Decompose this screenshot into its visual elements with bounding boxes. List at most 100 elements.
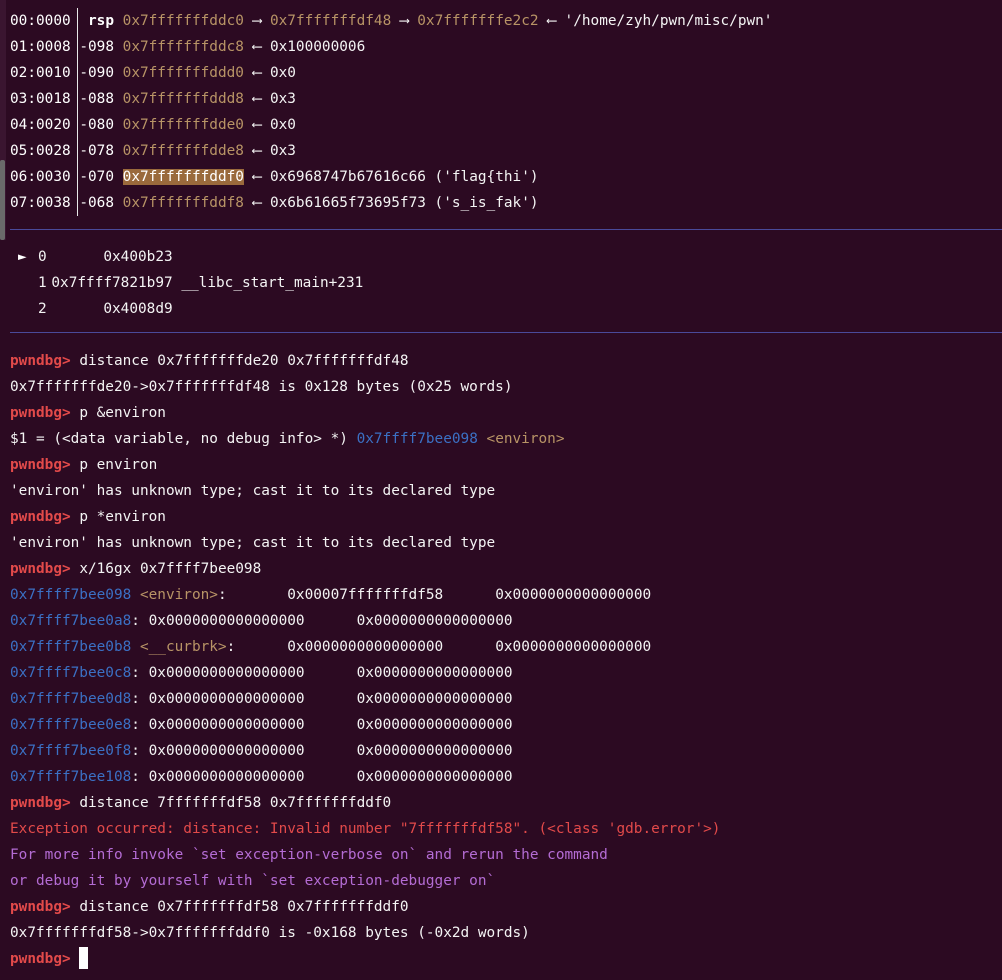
input-line[interactable]: pwndbg> — [10, 946, 89, 972]
address: 0x7ffff7bee098 — [356, 431, 478, 447]
colon: : — [217, 587, 227, 603]
stack-row: 01:0008 -098 0x7fffffffddc8 ⟵ 0x10000000… — [10, 34, 365, 60]
output-line: 0x7fffffffde20->0x7fffffffdf48 is 0x128 … — [10, 374, 513, 400]
command-text: p &environ — [70, 405, 166, 421]
memory-address: 0x7ffff7bee0f8 — [10, 743, 132, 759]
colon: : — [226, 639, 236, 655]
prompt: pwndbg> — [10, 353, 71, 369]
prompt: pwndbg> — [10, 457, 71, 473]
scrollbar-thumb[interactable] — [0, 160, 5, 240]
memory-row: 0x7ffff7bee098 <environ>: 0x00007fffffff… — [10, 582, 651, 608]
stack-address[interactable]: 0x7fffffffdde8 — [123, 143, 244, 159]
stack-index: 00:0000 — [10, 13, 71, 29]
colon: : — [131, 769, 140, 785]
frame-address: 0x4008d9 — [103, 301, 173, 317]
prompt: pwndbg> — [10, 509, 71, 525]
backtrace-frame: ► 0 0x400b23 — [18, 244, 173, 270]
frame-number: 2 — [38, 301, 47, 317]
stack-value: ⟵ 0x6968747b67616c66 ('flag{thi') — [243, 169, 539, 185]
stack-index: 04:0020 — [10, 117, 71, 133]
memory-value: 0x0000000000000000 — [356, 769, 513, 785]
command-text: x/16gx 0x7ffff7bee098 — [70, 561, 262, 577]
stack-offset: rsp — [79, 13, 114, 29]
stack-address[interactable]: 0x7fffffffdde0 — [123, 117, 244, 133]
pointer-text: ⟶ — [391, 13, 418, 29]
stack-offset: -080 — [79, 117, 114, 133]
stack-value: ⟵ 0x3 — [243, 91, 296, 107]
stack-index: 03:0018 — [10, 91, 71, 107]
stack-value: ⟵ 0x0 — [243, 117, 296, 133]
colon: : — [131, 665, 140, 681]
memory-address: 0x7ffff7bee0e8 — [10, 717, 132, 733]
hint-text: or debug it by yourself with `set except… — [10, 873, 496, 889]
hint-text: For more info invoke `set exception-verb… — [10, 847, 608, 863]
hint-line: For more info invoke `set exception-verb… — [10, 842, 608, 868]
memory-value: 0x0000000000000000 — [495, 639, 652, 655]
prompt: pwndbg> — [10, 899, 71, 915]
memory-value: 0x0000000000000000 — [356, 743, 513, 759]
output-text: 0x7fffffffdf58->0x7fffffffddf0 is -0x168… — [10, 925, 530, 941]
output-line: 0x7fffffffdf58->0x7fffffffddf0 is -0x168… — [10, 920, 530, 946]
stack-row: 05:0028 -078 0x7fffffffdde8 ⟵ 0x3 — [10, 138, 296, 164]
command-text: p environ — [70, 457, 158, 473]
stack-offset: -090 — [79, 65, 114, 81]
memory-row: 0x7ffff7bee0e8: 0x0000000000000000 0x000… — [10, 712, 513, 738]
stack-address[interactable]: 0x7fffffffddc8 — [123, 39, 244, 55]
output-text: $1 = (<data variable, no debug info> *) — [10, 431, 357, 447]
command-text: distance 0x7fffffffdf58 0x7fffffffddf0 — [70, 899, 409, 915]
memory-value: 0x0000000000000000 — [356, 613, 513, 629]
stack-index: 07:0038 — [10, 195, 71, 211]
memory-row: 0x7ffff7bee0a8: 0x0000000000000000 0x000… — [10, 608, 513, 634]
memory-row: 0x7ffff7bee0d8: 0x0000000000000000 0x000… — [10, 686, 513, 712]
stack-address[interactable]: 0x7fffffffddd8 — [123, 91, 244, 107]
section-divider — [10, 332, 1002, 333]
frame-number: 1 — [38, 275, 47, 291]
stack-address[interactable]: 0x7fffffffddf8 — [123, 195, 244, 211]
memory-value: 0x0000000000000000 — [356, 665, 513, 681]
stack-row: 04:0020 -080 0x7fffffffdde0 ⟵ 0x0 — [10, 112, 296, 138]
prompt: pwndbg> — [10, 561, 71, 577]
stack-address[interactable]: 0x7fffffffddd0 — [123, 65, 244, 81]
memory-value: 0x0000000000000000 — [148, 691, 305, 707]
symbol: <environ> — [486, 431, 565, 447]
prompt: pwndbg> — [10, 405, 71, 421]
memory-address: 0x7ffff7bee0d8 — [10, 691, 132, 707]
stack-offset: -068 — [79, 195, 114, 211]
memory-value: 0x00007fffffffdf58 — [287, 587, 444, 603]
stack-address[interactable]: 0x7fffffffddf0 — [122, 169, 244, 185]
stack-offset: -088 — [79, 91, 114, 107]
input-text[interactable] — [71, 951, 80, 967]
memory-row: 0x7ffff7bee108: 0x0000000000000000 0x000… — [10, 764, 513, 790]
stack-row: 07:0038 -068 0x7fffffffddf8 ⟵ 0x6b61665f… — [10, 190, 539, 216]
stack-value: ⟵ 0x6b61665f73695f73 ('s_is_fak') — [243, 195, 539, 211]
stack-address[interactable]: 0x7fffffffddc0 — [123, 13, 244, 29]
memory-value: 0x0000000000000000 — [356, 691, 513, 707]
command-line: pwndbg> p *environ — [10, 504, 166, 530]
frame-symbol: __libc_start_main+231 — [172, 275, 364, 291]
terminal-window[interactable]: 00:0000 rsp 0x7fffffffddc0 ⟶ 0x7fffffffd… — [0, 0, 1002, 980]
stack-index: 02:0010 — [10, 65, 71, 81]
command-text: distance 0x7fffffffde20 0x7fffffffdf48 — [70, 353, 409, 369]
stack-value: ⟵ 0x0 — [243, 65, 296, 81]
colon: : — [131, 743, 140, 759]
error-line: Exception occurred: distance: Invalid nu… — [10, 816, 720, 842]
frame-address: 0x7ffff7821b97 — [51, 275, 173, 291]
command-line: pwndbg> distance 0x7fffffffdf58 0x7fffff… — [10, 894, 409, 920]
output-text: 'environ' has unknown type; cast it to i… — [10, 535, 496, 551]
